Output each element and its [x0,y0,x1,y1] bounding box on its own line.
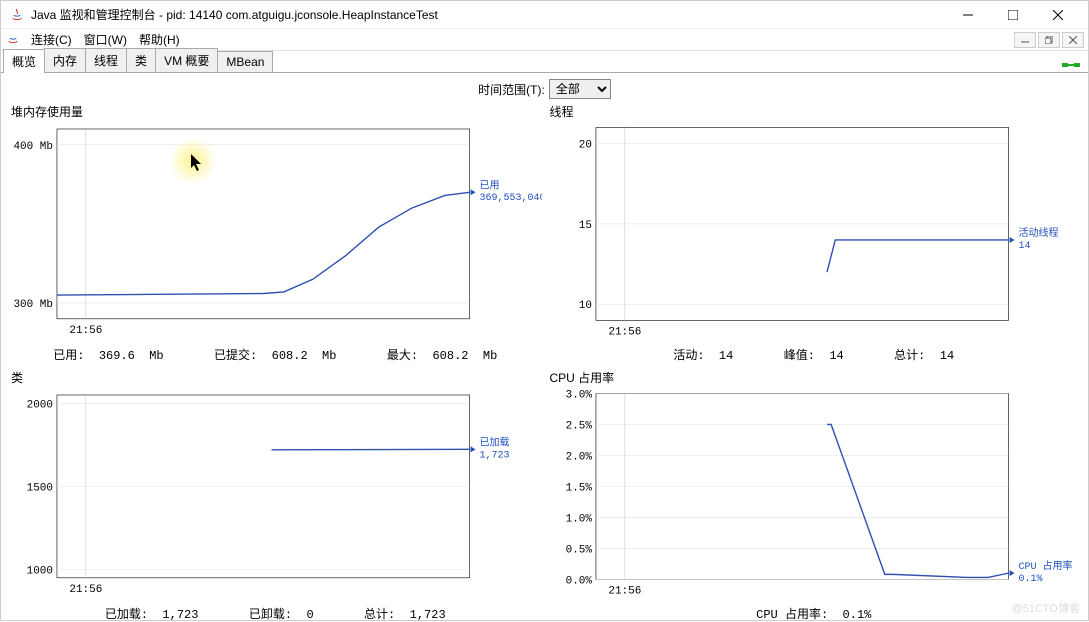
svg-text:0.5%: 0.5% [565,544,592,556]
mdi-controls [1014,32,1084,48]
svg-text:1000: 1000 [27,565,53,577]
svg-text:0.1%: 0.1% [1018,573,1042,584]
svg-text:20: 20 [578,140,591,152]
panel-cpu: CPU 占用率 0.0% 0.5% 1.0% 1.5% 2.0% 2.5% 3.0% 21:5… [548,369,1081,622]
svg-text:21:56: 21:56 [69,584,102,596]
panel-threads: 线程 10 15 20 21:56 活动线程14 活动: 14 峰值: 14 总计: 1… [548,103,1081,363]
menu-window[interactable]: 窗口(W) [78,29,133,50]
svg-text:已加载: 已加载 [480,436,510,448]
svg-text:0.0%: 0.0% [565,575,592,587]
svg-text:2.5%: 2.5% [565,420,592,432]
svg-text:2.0%: 2.0% [565,451,592,463]
svg-text:21:56: 21:56 [608,585,641,597]
menu-help[interactable]: 帮助(H) [133,29,186,50]
svg-text:CPU 占用率: CPU 占用率 [1018,559,1072,572]
tab-threads[interactable]: 线程 [85,48,127,72]
svg-text:3.0%: 3.0% [565,389,592,401]
panel-heap-title: 堆内存使用量 [9,103,542,120]
mdi-close-button[interactable] [1062,32,1084,48]
panel-heap: 堆内存使用量 300 Mb 400 Mb 21:56 已用369,553,040 已用… [9,103,542,363]
menu-connect[interactable]: 连接(C) [25,29,78,50]
panel-classes-footer: 已加载: 1,723 已卸载: 0 总计: 1,723 [9,603,542,622]
titlebar: Java 监视和管理控制台 - pid: 14140 com.atguigu.j… [1,1,1088,29]
tab-vm-summary[interactable]: VM 概要 [155,48,218,72]
panel-threads-title: 线程 [548,103,1081,120]
tab-memory[interactable]: 内存 [44,48,86,72]
panel-classes: 类 1000 1500 2000 21:56 已加载1,723 已加载: 1,723 已… [9,369,542,622]
java-icon [9,7,25,23]
panel-cpu-footer: CPU 占用率: 0.1% [548,603,1081,622]
tab-classes[interactable]: 类 [126,48,156,72]
svg-text:已用: 已用 [480,180,500,191]
java-icon [5,30,21,49]
watermark: @51CTO博客 [1012,600,1080,616]
svg-text:300 Mb: 300 Mb [13,299,52,311]
svg-text:369,553,040: 369,553,040 [480,192,542,203]
chart-classes[interactable]: 1000 1500 2000 21:56 已加载1,723 [9,388,542,603]
window-controls [945,3,1080,27]
close-button[interactable] [1035,3,1080,27]
panel-cpu-title: CPU 占用率 [548,369,1081,386]
panel-classes-title: 类 [9,369,542,386]
chart-heap[interactable]: 300 Mb 400 Mb 21:56 已用369,553,040 [9,122,542,344]
svg-text:1,723: 1,723 [480,449,510,460]
svg-text:400 Mb: 400 Mb [13,141,52,153]
tabbar: 概览 内存 线程 类 VM 概要 MBean [1,51,1088,73]
time-range-select[interactable]: 全部 [549,79,611,99]
window-title: Java 监视和管理控制台 - pid: 14140 com.atguigu.j… [31,6,945,23]
charts-grid: 堆内存使用量 300 Mb 400 Mb 21:56 已用369,553,040 已用… [1,103,1088,620]
maximize-button[interactable] [990,3,1035,27]
tab-overview[interactable]: 概览 [3,49,45,73]
svg-text:21:56: 21:56 [69,325,102,337]
time-range-row: 时间范围(T): 全部 [1,73,1088,103]
svg-text:15: 15 [578,220,591,232]
chart-threads[interactable]: 10 15 20 21:56 活动线程14 [548,122,1081,344]
time-range-label: 时间范围(T): [478,81,545,98]
panel-heap-footer: 已用: 369.6 Mb 已提交: 608.2 Mb 最大: 608.2 Mb [9,344,542,363]
minimize-button[interactable] [945,3,990,27]
panel-threads-footer: 活动: 14 峰值: 14 总计: 14 [548,344,1081,363]
svg-text:21:56: 21:56 [608,326,641,338]
svg-text:活动线程: 活动线程 [1018,226,1058,239]
svg-text:1.5%: 1.5% [565,482,592,494]
svg-text:1.0%: 1.0% [565,513,592,525]
svg-text:10: 10 [578,300,591,312]
svg-text:1500: 1500 [27,482,53,494]
mdi-minimize-button[interactable] [1014,32,1036,48]
svg-text:2000: 2000 [27,399,53,411]
chart-cpu[interactable]: 0.0% 0.5% 1.0% 1.5% 2.0% 2.5% 3.0% 21:56 CPU 占用率… [548,388,1081,603]
main-window: Java 监视和管理控制台 - pid: 14140 com.atguigu.j… [0,0,1089,621]
svg-text:14: 14 [1018,240,1030,251]
mdi-restore-button[interactable] [1038,32,1060,48]
tab-mbean[interactable]: MBean [217,51,273,72]
connection-status-icon [1062,58,1080,72]
